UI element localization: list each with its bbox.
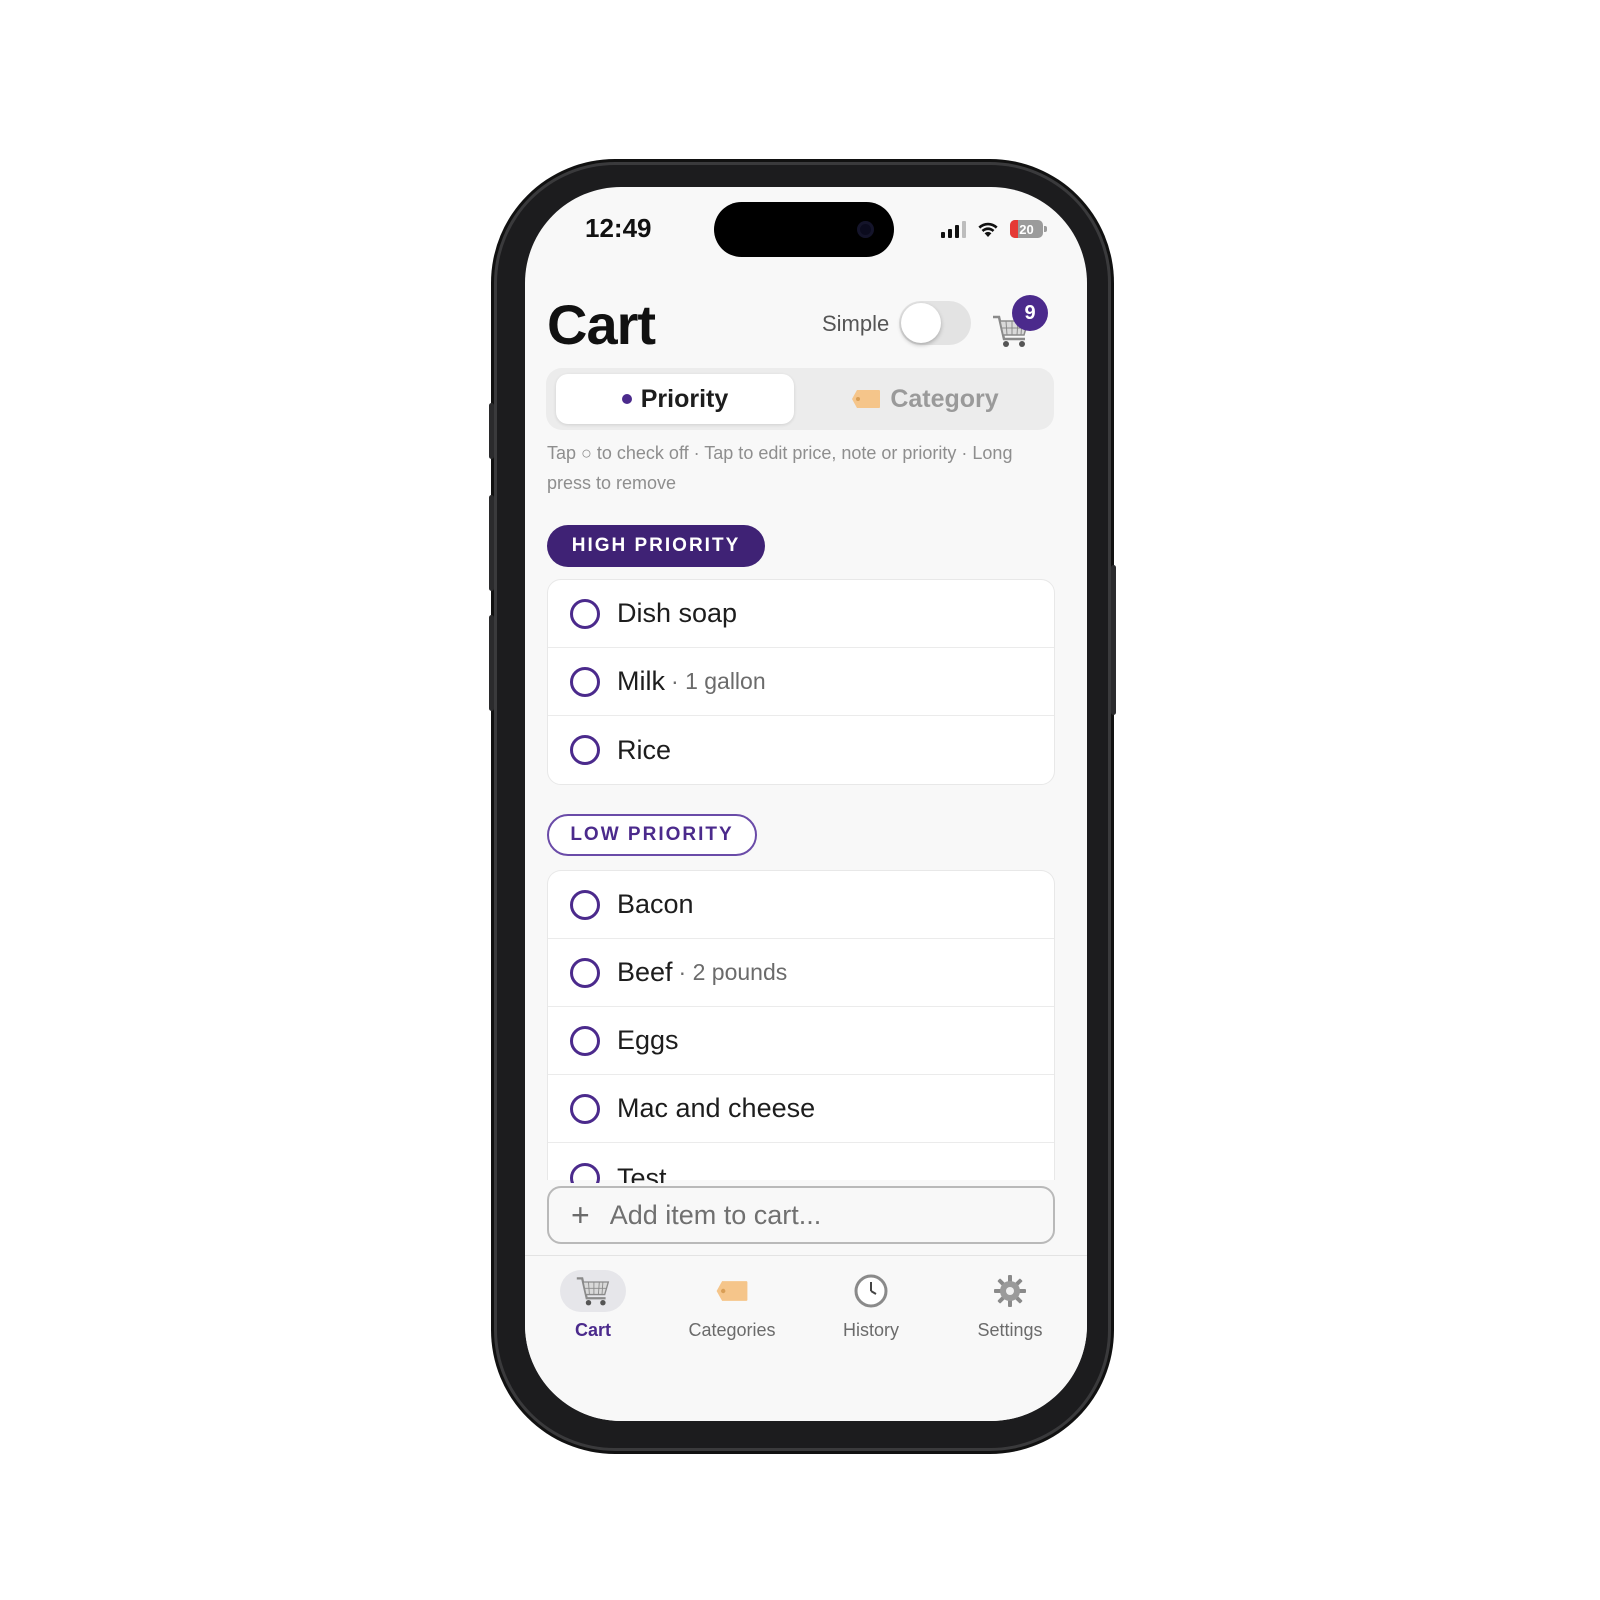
item-note: 2 pounds <box>679 959 788 986</box>
battery-icon: 20 <box>1010 220 1047 238</box>
tab-history-icon-wrap <box>838 1270 904 1312</box>
list-item[interactable]: Bacon <box>548 871 1054 939</box>
help-text: Tap ○ to check off · Tap to edit price, … <box>547 443 1013 493</box>
tab-bar: Cart Categories History Settings <box>525 1255 1087 1421</box>
volume-up-button <box>489 495 494 591</box>
cellular-signal-icon <box>941 220 966 238</box>
view-mode-segmented-control: Priority Category <box>546 368 1054 430</box>
tag-icon <box>852 390 881 408</box>
list-item[interactable]: Beef 2 pounds <box>548 939 1054 1007</box>
segment-priority-label: Priority <box>640 384 729 413</box>
check-circle[interactable] <box>570 1093 600 1124</box>
list-item[interactable]: Test <box>548 1143 1054 1183</box>
low-priority-header: LOW PRIORITY <box>547 814 757 856</box>
add-item-input[interactable] <box>607 1198 1012 1232</box>
simple-mode-toggle[interactable] <box>899 301 971 345</box>
app-screen: 12:49 20 Cart Simple 9 Priority Category… <box>525 187 1087 1421</box>
volume-down-button <box>489 615 494 711</box>
battery-level: 20 <box>1019 221 1034 237</box>
check-circle[interactable] <box>570 735 600 765</box>
clock-icon <box>854 1274 888 1308</box>
tab-settings[interactable]: Settings <box>950 1270 1070 1341</box>
check-circle[interactable] <box>570 598 600 629</box>
list-item[interactable]: Milk 1 gallon <box>548 648 1054 716</box>
toggle-knob <box>901 303 941 343</box>
check-circle[interactable] <box>570 957 600 988</box>
status-time: 12:49 <box>585 213 652 243</box>
tab-cart-label: Cart <box>574 1320 611 1340</box>
item-name: Mac and cheese <box>617 1093 816 1123</box>
tab-settings-label: Settings <box>977 1320 1043 1340</box>
check-circle[interactable] <box>570 889 600 920</box>
cart-count-badge: 9 <box>1012 295 1048 331</box>
tab-settings-icon-wrap <box>977 1270 1043 1312</box>
gear-icon <box>994 1275 1026 1307</box>
tab-categories-label: Categories <box>688 1320 776 1340</box>
action-button <box>489 403 494 459</box>
tab-history-label: History <box>842 1320 899 1340</box>
item-name: Milk <box>617 666 665 696</box>
item-name: Dish soap <box>617 598 738 628</box>
high-priority-header: HIGH PRIORITY <box>547 525 765 567</box>
list-item[interactable]: Mac and cheese <box>548 1075 1054 1143</box>
simple-mode-label: Simple <box>822 311 890 336</box>
item-name: Rice <box>617 734 672 765</box>
cart-icon <box>576 1277 610 1306</box>
tab-cart[interactable]: Cart <box>533 1270 653 1341</box>
item-name: Test <box>617 1163 667 1183</box>
check-circle[interactable] <box>570 666 600 697</box>
camera-icon <box>857 221 874 238</box>
list-item[interactable]: Dish soap <box>548 580 1054 648</box>
check-circle[interactable] <box>570 1025 600 1056</box>
tab-history[interactable]: History <box>811 1270 931 1341</box>
tab-cart-icon-wrap <box>560 1270 626 1312</box>
item-name: Bacon <box>617 889 694 919</box>
dynamic-island <box>714 202 894 257</box>
segment-category-label: Category <box>890 384 999 413</box>
item-note: 1 gallon <box>671 668 766 695</box>
power-button <box>1111 565 1116 715</box>
tab-categories-icon-wrap <box>699 1270 765 1312</box>
plus-icon: + <box>571 1197 590 1233</box>
segment-priority[interactable]: Priority <box>556 374 794 424</box>
segment-category[interactable]: Category <box>806 374 1044 424</box>
low-priority-list: Bacon Beef 2 pounds Eggs Mac and cheese … <box>547 870 1055 1183</box>
dot-icon <box>621 394 632 404</box>
wifi-icon <box>978 222 998 237</box>
tag-icon <box>716 1281 748 1301</box>
list-item[interactable]: Eggs <box>548 1007 1054 1075</box>
page-title: Cart <box>547 293 656 356</box>
list-item[interactable]: Rice <box>548 716 1054 784</box>
status-icons: 20 <box>941 218 1047 240</box>
add-item-bar[interactable]: + <box>547 1186 1055 1244</box>
high-priority-list: Dish soap Milk 1 gallon Rice <box>547 579 1055 785</box>
item-name: Eggs <box>617 1025 679 1055</box>
tab-categories[interactable]: Categories <box>672 1270 792 1341</box>
check-circle[interactable] <box>570 1163 600 1183</box>
item-name: Beef <box>617 957 673 987</box>
